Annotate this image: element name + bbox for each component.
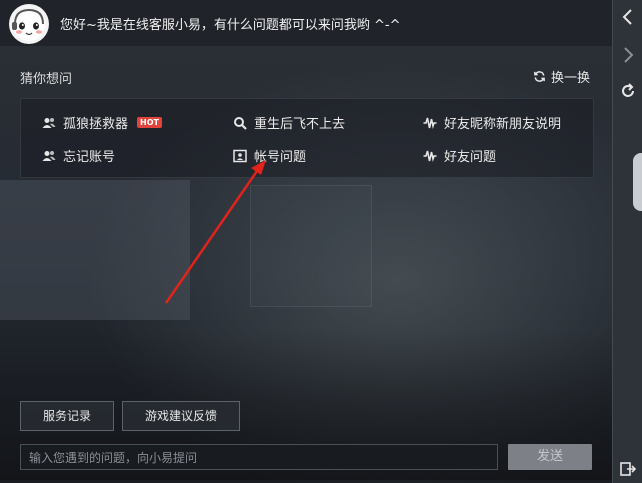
suggestion-item[interactable]: 好友问题: [423, 146, 496, 165]
suggestion-item[interactable]: 好友昵称新朋友说明: [423, 113, 561, 132]
suggestion-label: 重生后飞不上去: [254, 117, 346, 132]
chat-header: 您好~我是在线客服小易，有什么问题都可以来问我哟 ^-^: [0, 0, 612, 46]
suggestion-label: 孤狼拯救器: [63, 117, 129, 132]
id-card-icon: [233, 149, 247, 162]
side-toolbar: [612, 0, 642, 483]
suggestion-label: 好友昵称新朋友说明: [444, 117, 562, 132]
refresh-label: 换一换: [550, 71, 590, 86]
suggestion-item[interactable]: 重生后飞不上去: [233, 113, 345, 132]
service-record-button[interactable]: 服务记录: [20, 401, 114, 431]
side-panel-handle[interactable]: [633, 153, 642, 211]
exit-icon[interactable]: [619, 460, 637, 478]
refresh-button[interactable]: 换一换: [533, 67, 590, 86]
suggestions-header: 猜你想问 换一换: [20, 62, 592, 92]
users-icon: [42, 150, 56, 161]
back-icon[interactable]: [619, 8, 637, 26]
suggestion-label: 忘记账号: [63, 150, 116, 165]
waveform-icon: [423, 117, 437, 129]
reload-icon[interactable]: [619, 82, 637, 100]
send-button[interactable]: 发送: [508, 444, 592, 470]
suggestion-item[interactable]: 忘记账号: [42, 146, 115, 165]
waveform-icon: [423, 150, 437, 162]
question-input[interactable]: 输入您遇到的问题，向小易提问: [20, 444, 498, 470]
suggestion-item[interactable]: 孤狼拯救器 HOT: [42, 113, 162, 132]
game-feedback-button[interactable]: 游戏建议反馈: [122, 401, 240, 431]
search-icon: [234, 116, 247, 130]
forward-icon[interactable]: [619, 46, 637, 64]
background-wall: [0, 180, 190, 320]
suggestions-title: 猜你想问: [20, 72, 73, 87]
greeting-text: 您好~我是在线客服小易，有什么问题都可以来问我哟 ^-^: [60, 18, 401, 33]
hot-badge: HOT: [137, 117, 162, 128]
assistant-avatar: [9, 4, 49, 44]
suggestion-label: 帐号问题: [254, 150, 307, 165]
background-window: [250, 185, 372, 307]
users-icon: [42, 117, 56, 128]
suggestions-panel: [20, 98, 594, 178]
refresh-icon: [534, 71, 545, 82]
suggestion-label: 好友问题: [444, 150, 497, 165]
suggestion-item[interactable]: 帐号问题: [233, 146, 306, 165]
